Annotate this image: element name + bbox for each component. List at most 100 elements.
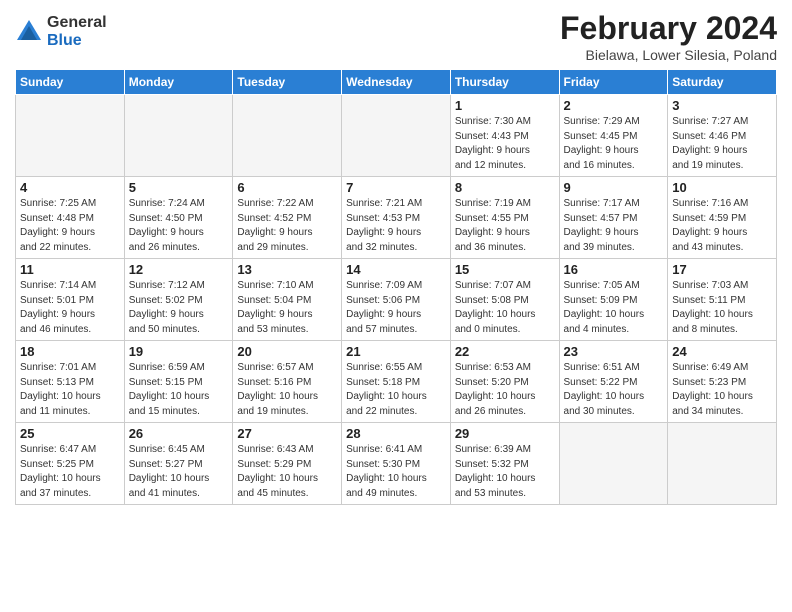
day-number: 19 bbox=[129, 344, 229, 359]
day-info: Sunrise: 7:29 AM Sunset: 4:45 PM Dayligh… bbox=[564, 115, 664, 173]
day-info: Sunrise: 6:53 AM Sunset: 5:20 PM Dayligh… bbox=[455, 361, 555, 419]
calendar-cell: 20 Sunrise: 6:57 AM Sunset: 5:16 PM Dayli… bbox=[233, 341, 342, 423]
main-container: General Blue February 2024 Bielawa, Lowe… bbox=[0, 0, 792, 510]
calendar-cell: 4 Sunrise: 7:25 AM Sunset: 4:48 PM Daylig… bbox=[16, 177, 125, 259]
calendar-cell: 1 Sunrise: 7:30 AM Sunset: 4:43 PM Daylig… bbox=[450, 95, 559, 177]
day-number: 1 bbox=[455, 98, 555, 113]
day-info: Sunrise: 7:19 AM Sunset: 4:55 PM Dayligh… bbox=[455, 197, 555, 255]
day-info: Sunrise: 7:12 AM Sunset: 5:02 PM Dayligh… bbox=[129, 279, 229, 337]
calendar-cell bbox=[668, 423, 777, 505]
day-info: Sunrise: 7:24 AM Sunset: 4:50 PM Dayligh… bbox=[129, 197, 229, 255]
day-number: 27 bbox=[237, 426, 337, 441]
logo-general: General bbox=[47, 14, 107, 32]
day-info: Sunrise: 7:09 AM Sunset: 5:06 PM Dayligh… bbox=[346, 279, 446, 337]
calendar-cell: 26 Sunrise: 6:45 AM Sunset: 5:27 PM Dayli… bbox=[124, 423, 233, 505]
title-block: February 2024 Bielawa, Lower Silesia, Po… bbox=[560, 10, 777, 63]
day-number: 11 bbox=[20, 262, 120, 277]
day-number: 5 bbox=[129, 180, 229, 195]
day-number: 23 bbox=[564, 344, 664, 359]
day-info: Sunrise: 7:07 AM Sunset: 5:08 PM Dayligh… bbox=[455, 279, 555, 337]
logo-icon bbox=[15, 18, 43, 46]
calendar-cell bbox=[16, 95, 125, 177]
calendar-cell: 18 Sunrise: 7:01 AM Sunset: 5:13 PM Dayli… bbox=[16, 341, 125, 423]
day-info: Sunrise: 6:57 AM Sunset: 5:16 PM Dayligh… bbox=[237, 361, 337, 419]
day-number: 4 bbox=[20, 180, 120, 195]
day-number: 24 bbox=[672, 344, 772, 359]
calendar-day-header: Monday bbox=[124, 70, 233, 95]
calendar-cell: 15Sunrise: 7:07 AM Sunset: 5:08 PM Dayli… bbox=[450, 259, 559, 341]
day-info: Sunrise: 6:41 AM Sunset: 5:30 PM Dayligh… bbox=[346, 443, 446, 501]
calendar-week-row: 1 Sunrise: 7:30 AM Sunset: 4:43 PM Daylig… bbox=[16, 95, 777, 177]
day-number: 25 bbox=[20, 426, 120, 441]
logo: General Blue bbox=[15, 14, 107, 49]
day-number: 17 bbox=[672, 262, 772, 277]
day-number: 3 bbox=[672, 98, 772, 113]
location: Bielawa, Lower Silesia, Poland bbox=[560, 47, 777, 63]
day-number: 2 bbox=[564, 98, 664, 113]
calendar-day-header: Saturday bbox=[668, 70, 777, 95]
day-info: Sunrise: 7:25 AM Sunset: 4:48 PM Dayligh… bbox=[20, 197, 120, 255]
calendar-week-row: 11 Sunrise: 7:14 AM Sunset: 5:01 PM Dayli… bbox=[16, 259, 777, 341]
calendar-cell: 24 Sunrise: 6:49 AM Sunset: 5:23 PM Dayli… bbox=[668, 341, 777, 423]
calendar-day-header: Tuesday bbox=[233, 70, 342, 95]
day-number: 10 bbox=[672, 180, 772, 195]
calendar-day-header: Thursday bbox=[450, 70, 559, 95]
calendar-cell: 12 Sunrise: 7:12 AM Sunset: 5:02 PM Dayli… bbox=[124, 259, 233, 341]
day-number: 6 bbox=[237, 180, 337, 195]
calendar-week-row: 18 Sunrise: 7:01 AM Sunset: 5:13 PM Dayli… bbox=[16, 341, 777, 423]
calendar-cell bbox=[233, 95, 342, 177]
day-number: 13 bbox=[237, 262, 337, 277]
day-info: Sunrise: 7:16 AM Sunset: 4:59 PM Dayligh… bbox=[672, 197, 772, 255]
day-number: 20 bbox=[237, 344, 337, 359]
logo-text: General Blue bbox=[47, 14, 107, 49]
month-title: February 2024 bbox=[560, 10, 777, 47]
calendar-day-header: Wednesday bbox=[342, 70, 451, 95]
day-number: 16 bbox=[564, 262, 664, 277]
day-info: Sunrise: 7:10 AM Sunset: 5:04 PM Dayligh… bbox=[237, 279, 337, 337]
calendar-day-header: Sunday bbox=[16, 70, 125, 95]
calendar-cell: 25 Sunrise: 6:47 AM Sunset: 5:25 PM Dayli… bbox=[16, 423, 125, 505]
day-number: 21 bbox=[346, 344, 446, 359]
calendar-cell: 5 Sunrise: 7:24 AM Sunset: 4:50 PM Daylig… bbox=[124, 177, 233, 259]
calendar-cell bbox=[124, 95, 233, 177]
day-number: 12 bbox=[129, 262, 229, 277]
day-info: Sunrise: 7:27 AM Sunset: 4:46 PM Dayligh… bbox=[672, 115, 772, 173]
calendar-cell: 11 Sunrise: 7:14 AM Sunset: 5:01 PM Dayli… bbox=[16, 259, 125, 341]
calendar-cell: 14Sunrise: 7:09 AM Sunset: 5:06 PM Dayli… bbox=[342, 259, 451, 341]
day-info: Sunrise: 6:55 AM Sunset: 5:18 PM Dayligh… bbox=[346, 361, 446, 419]
day-info: Sunrise: 6:45 AM Sunset: 5:27 PM Dayligh… bbox=[129, 443, 229, 501]
day-info: Sunrise: 6:47 AM Sunset: 5:25 PM Dayligh… bbox=[20, 443, 120, 501]
day-number: 18 bbox=[20, 344, 120, 359]
day-info: Sunrise: 7:03 AM Sunset: 5:11 PM Dayligh… bbox=[672, 279, 772, 337]
day-info: Sunrise: 7:05 AM Sunset: 5:09 PM Dayligh… bbox=[564, 279, 664, 337]
calendar-cell bbox=[342, 95, 451, 177]
day-number: 22 bbox=[455, 344, 555, 359]
day-info: Sunrise: 6:39 AM Sunset: 5:32 PM Dayligh… bbox=[455, 443, 555, 501]
day-info: Sunrise: 7:14 AM Sunset: 5:01 PM Dayligh… bbox=[20, 279, 120, 337]
header: General Blue February 2024 Bielawa, Lowe… bbox=[15, 10, 777, 63]
calendar-cell: 9 Sunrise: 7:17 AM Sunset: 4:57 PM Daylig… bbox=[559, 177, 668, 259]
calendar-cell: 22 Sunrise: 6:53 AM Sunset: 5:20 PM Dayli… bbox=[450, 341, 559, 423]
day-number: 9 bbox=[564, 180, 664, 195]
calendar-week-row: 25 Sunrise: 6:47 AM Sunset: 5:25 PM Dayli… bbox=[16, 423, 777, 505]
day-number: 29 bbox=[455, 426, 555, 441]
day-number: 8 bbox=[455, 180, 555, 195]
calendar-cell: 6 Sunrise: 7:22 AM Sunset: 4:52 PM Daylig… bbox=[233, 177, 342, 259]
day-info: Sunrise: 7:30 AM Sunset: 4:43 PM Dayligh… bbox=[455, 115, 555, 173]
calendar-cell: 16 Sunrise: 7:05 AM Sunset: 5:09 PM Dayli… bbox=[559, 259, 668, 341]
day-info: Sunrise: 6:49 AM Sunset: 5:23 PM Dayligh… bbox=[672, 361, 772, 419]
calendar-cell: 2 Sunrise: 7:29 AM Sunset: 4:45 PM Daylig… bbox=[559, 95, 668, 177]
calendar-cell: 17 Sunrise: 7:03 AM Sunset: 5:11 PM Dayli… bbox=[668, 259, 777, 341]
day-info: Sunrise: 7:22 AM Sunset: 4:52 PM Dayligh… bbox=[237, 197, 337, 255]
day-info: Sunrise: 7:17 AM Sunset: 4:57 PM Dayligh… bbox=[564, 197, 664, 255]
calendar-cell: 10 Sunrise: 7:16 AM Sunset: 4:59 PM Dayli… bbox=[668, 177, 777, 259]
day-number: 26 bbox=[129, 426, 229, 441]
calendar-cell: 21 Sunrise: 6:55 AM Sunset: 5:18 PM Dayli… bbox=[342, 341, 451, 423]
day-info: Sunrise: 6:51 AM Sunset: 5:22 PM Dayligh… bbox=[564, 361, 664, 419]
day-info: Sunrise: 7:21 AM Sunset: 4:53 PM Dayligh… bbox=[346, 197, 446, 255]
calendar-cell: 29 Sunrise: 6:39 AM Sunset: 5:32 PM Dayli… bbox=[450, 423, 559, 505]
calendar-cell: 28Sunrise: 6:41 AM Sunset: 5:30 PM Dayli… bbox=[342, 423, 451, 505]
calendar-cell: 8 Sunrise: 7:19 AM Sunset: 4:55 PM Daylig… bbox=[450, 177, 559, 259]
day-info: Sunrise: 7:01 AM Sunset: 5:13 PM Dayligh… bbox=[20, 361, 120, 419]
day-number: 7 bbox=[346, 180, 446, 195]
